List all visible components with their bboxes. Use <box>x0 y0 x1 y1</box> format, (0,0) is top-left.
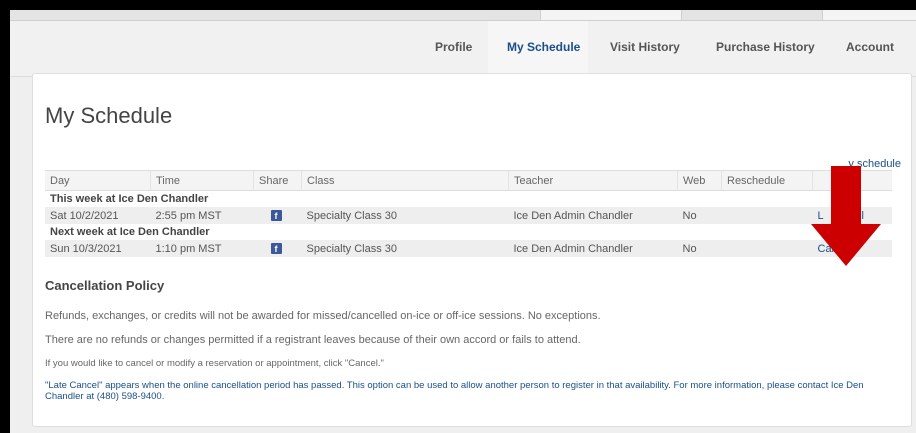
tab-segment <box>822 10 916 20</box>
nav-item-profile[interactable]: Profile <box>435 40 472 54</box>
policy-line-2: There are no refunds or changes permitte… <box>45 334 581 346</box>
nav-item-my-schedule[interactable]: My Schedule <box>507 40 580 54</box>
page-title: My Schedule <box>45 103 173 128</box>
header-class: Class <box>301 170 509 191</box>
cell-day: Sat 10/2/2021 <box>45 207 151 224</box>
cancellation-policy-heading: Cancellation Policy <box>45 278 165 293</box>
policy-line-3: If you would like to cancel or modify a … <box>45 358 384 369</box>
tab-strip <box>10 10 916 21</box>
header-reschedule: Reschedule <box>721 170 813 191</box>
header-day: Day <box>45 170 151 191</box>
cell-web: No <box>677 207 722 224</box>
header-web: Web <box>677 170 722 191</box>
table-row: Sat 10/2/2021 2:55 pm MST f Specialty Cl… <box>45 207 892 224</box>
facebook-icon[interactable]: f <box>270 209 282 221</box>
group-row: Next week at Ice Den Chandler <box>45 224 892 240</box>
cell-class: Specialty Class 30 <box>301 240 509 257</box>
cell-share: f <box>253 207 302 224</box>
cell-web: No <box>677 240 722 257</box>
group-label: Next week at Ice Den Chandler <box>45 224 892 240</box>
cell-time: 2:55 pm MST <box>150 207 254 224</box>
cell-reschedule <box>721 207 813 224</box>
facebook-icon[interactable]: f <box>270 242 282 254</box>
header-share: Share <box>253 170 302 191</box>
cell-day: Sun 10/3/2021 <box>45 240 151 257</box>
cell-reschedule <box>721 240 813 257</box>
red-arrow-annotation <box>811 166 881 266</box>
table-row: Sun 10/3/2021 1:10 pm MST f Specialty Cl… <box>45 240 892 257</box>
top-navigation: Profile My Schedule Visit History Purcha… <box>10 21 916 77</box>
nav-item-visit-history[interactable]: Visit History <box>610 40 680 54</box>
browser-viewport: Profile My Schedule Visit History Purcha… <box>10 10 916 433</box>
arrow-head <box>811 224 881 266</box>
policy-line-1: Refunds, exchanges, or credits will not … <box>45 310 601 322</box>
nav-item-account[interactable]: Account <box>846 40 894 54</box>
cell-share: f <box>253 240 302 257</box>
arrow-shaft <box>831 166 861 226</box>
header-teacher: Teacher <box>508 170 678 191</box>
group-row: This week at Ice Den Chandler <box>45 190 892 207</box>
header-time: Time <box>150 170 254 191</box>
table-header-row: Day Time Share Class Teacher Web Resched… <box>45 170 892 191</box>
group-label: This week at Ice Den Chandler <box>45 190 892 207</box>
nav-item-purchase-history[interactable]: Purchase History <box>716 40 815 54</box>
schedule-card: My Schedule y schedule Day Time Share Cl… <box>32 73 912 427</box>
late-cancel-note: "Late Cancel" appears when the online ca… <box>45 380 864 402</box>
cell-time: 1:10 pm MST <box>150 240 254 257</box>
tab-segment <box>540 10 682 20</box>
cell-teacher: Ice Den Admin Chandler <box>508 240 678 257</box>
cell-teacher: Ice Den Admin Chandler <box>508 207 678 224</box>
schedule-table: Day Time Share Class Teacher Web Resched… <box>45 170 892 257</box>
cell-class: Specialty Class 30 <box>301 207 509 224</box>
